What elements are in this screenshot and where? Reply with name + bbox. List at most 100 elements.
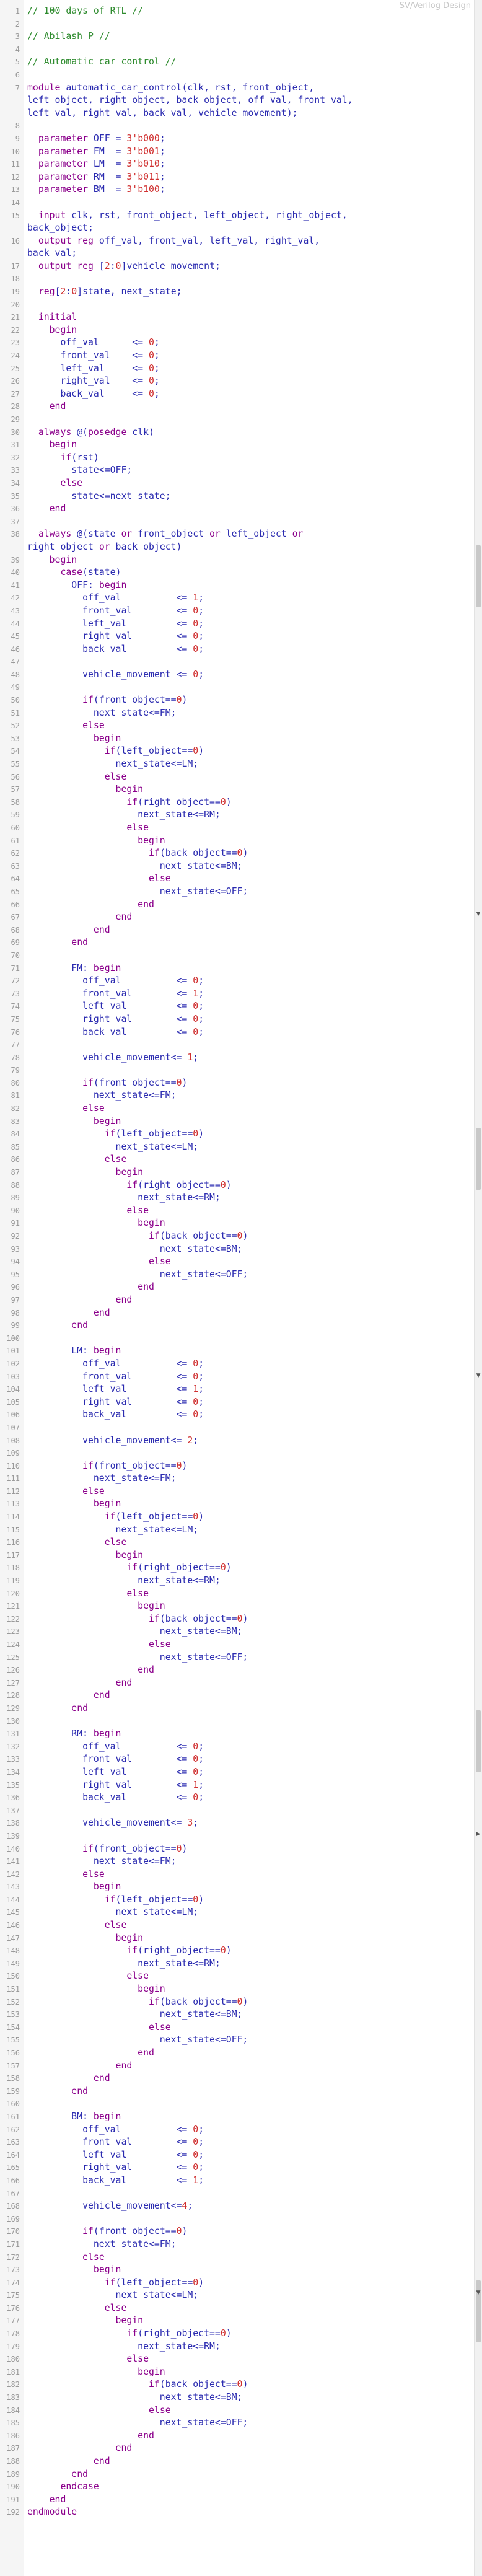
code-line[interactable]: 177 begin (0, 2314, 471, 2328)
code-line[interactable]: 53 begin (0, 732, 471, 745)
code-line[interactable]: 117 begin (0, 1549, 471, 1562)
code-line[interactable]: 73 front_val <= 1; (0, 988, 471, 1001)
code-line[interactable]: 192 endmodule (0, 2506, 471, 2519)
code-line[interactable]: 120 else (0, 1588, 471, 1601)
code-line[interactable]: 97 end (0, 1294, 471, 1307)
code-line[interactable]: 162 off_val <= 0; (0, 2124, 471, 2137)
code-line[interactable]: 118 if(right_object==0) (0, 1562, 471, 1575)
code-line[interactable]: 23 off_val <= 0; (0, 336, 471, 349)
code-line[interactable]: 10 parameter FM = 3'b001; (0, 146, 471, 159)
code-line[interactable]: back_val; (0, 247, 471, 260)
code-line[interactable]: 78 vehicle_movement<= 1; (0, 1052, 471, 1065)
code-line[interactable]: 47 (0, 656, 471, 669)
code-line[interactable]: 91 begin (0, 1217, 471, 1230)
code-line[interactable]: 109 (0, 1447, 471, 1460)
code-line[interactable]: 189 end (0, 2468, 471, 2481)
code-line[interactable]: 12 parameter RM = 3'b011; (0, 171, 471, 184)
code-line[interactable]: 90 else (0, 1205, 471, 1218)
code-line[interactable]: 157 end (0, 2060, 471, 2073)
code-line[interactable]: 85 next_state<=LM; (0, 1141, 471, 1154)
code-line[interactable]: 36 end (0, 503, 471, 516)
scrollbar-thumb[interactable] (476, 1128, 481, 1190)
code-line[interactable]: left_val, right_val, back_val, vehicle_m… (0, 107, 471, 120)
code-line[interactable]: 41 OFF: begin (0, 579, 471, 592)
code-line[interactable]: 39 begin (0, 554, 471, 567)
code-line[interactable]: 30 always @(posedge clk) (0, 426, 471, 439)
code-line[interactable]: 116 else (0, 1536, 471, 1549)
code-line[interactable]: 98 end (0, 1307, 471, 1320)
code-line[interactable]: 81 next_state<=FM; (0, 1089, 471, 1102)
code-line[interactable]: 66 end (0, 899, 471, 912)
scroll-down-arrow-icon[interactable]: ▼ (475, 911, 482, 917)
code-line[interactable]: 104 left_val <= 1; (0, 1383, 471, 1396)
code-line[interactable]: 105 right_val <= 0; (0, 1396, 471, 1409)
code-line[interactable]: 161 BM: begin (0, 2111, 471, 2124)
code-line[interactable]: 160 (0, 2098, 471, 2111)
code-line[interactable]: 69 end (0, 936, 471, 949)
code-line[interactable]: 184 else (0, 2404, 471, 2417)
code-line[interactable]: 20 (0, 299, 471, 312)
code-line[interactable]: 4 (0, 43, 471, 56)
code-line[interactable]: 111 next_state<=FM; (0, 1472, 471, 1485)
code-line[interactable]: 40 case(state) (0, 566, 471, 579)
code-line[interactable]: 132 off_val <= 0; (0, 1741, 471, 1754)
code-line[interactable]: 5 // Automatic car control // (0, 56, 471, 69)
code-line[interactable]: 185 next_state<=OFF; (0, 2417, 471, 2430)
scroll-down-arrow-icon[interactable]: ▼ (475, 2290, 482, 2296)
code-line[interactable]: 115 next_state<=LM; (0, 1524, 471, 1537)
code-line[interactable]: 61 begin (0, 835, 471, 848)
code-line[interactable]: 15 input clk, rst, front_object, left_ob… (0, 209, 471, 222)
code-line[interactable]: 179 next_state<=RM; (0, 2341, 471, 2354)
code-line[interactable]: 50 if(front_object==0) (0, 694, 471, 707)
code-line[interactable]: 183 next_state<=BM; (0, 2391, 471, 2404)
code-line[interactable]: 165 right_val <= 0; (0, 2161, 471, 2174)
code-line[interactable]: 144 if(left_object==0) (0, 1894, 471, 1907)
code-line[interactable]: 137 (0, 1805, 471, 1818)
code-line[interactable]: 133 front_val <= 0; (0, 1753, 471, 1766)
code-line[interactable]: 27 back_val <= 0; (0, 388, 471, 401)
code-line[interactable]: 100 (0, 1332, 471, 1345)
code-line[interactable]: right_object or back_object) (0, 541, 471, 554)
code-line[interactable]: 14 (0, 196, 471, 209)
code-line[interactable]: 188 end (0, 2455, 471, 2468)
code-line[interactable]: 153 next_state<=BM; (0, 2008, 471, 2021)
code-line[interactable]: 154 else (0, 2021, 471, 2034)
code-line[interactable]: 86 else (0, 1153, 471, 1166)
code-line[interactable]: 65 next_state<=OFF; (0, 886, 471, 899)
code-line[interactable]: 68 end (0, 924, 471, 937)
code-line[interactable]: 45 right_val <= 0; (0, 630, 471, 643)
code-line[interactable]: 24 front_val <= 0; (0, 349, 471, 363)
code-line[interactable]: 44 left_val <= 0; (0, 618, 471, 631)
code-line[interactable]: 84 if(left_object==0) (0, 1128, 471, 1141)
code-line[interactable]: 58 if(right_object==0) (0, 796, 471, 809)
code-line[interactable]: 136 back_val <= 0; (0, 1791, 471, 1805)
code-line[interactable]: 48 vehicle_movement <= 0; (0, 669, 471, 682)
code-line[interactable]: 2 (0, 18, 471, 31)
code-line[interactable]: 156 end (0, 2047, 471, 2060)
code-line[interactable]: 79 (0, 1064, 471, 1077)
code-line[interactable]: 124 else (0, 1638, 471, 1651)
code-area[interactable]: 1// 100 days of RTL //2 3// Abilash P //4… (0, 5, 471, 2519)
code-line[interactable]: 180 else (0, 2353, 471, 2366)
code-line[interactable]: 77 (0, 1039, 471, 1052)
code-line[interactable]: 92 if(back_object==0) (0, 1230, 471, 1243)
code-line[interactable]: 167 (0, 2187, 471, 2200)
code-line[interactable]: 107 (0, 1422, 471, 1435)
code-line[interactable]: 173 begin (0, 2264, 471, 2277)
vertical-scrollbar[interactable]: ▼ ▼ ▶ ▼ (474, 0, 482, 2576)
code-line[interactable]: 64 else (0, 873, 471, 886)
scrollbar-thumb[interactable] (476, 1710, 481, 1772)
code-line[interactable]: 139 (0, 1830, 471, 1843)
code-line[interactable]: 123 next_state<=BM; (0, 1625, 471, 1638)
code-line[interactable]: 113 begin (0, 1498, 471, 1511)
code-line[interactable]: 151 begin (0, 1983, 471, 1996)
code-line[interactable]: 6 (0, 69, 471, 82)
code-line[interactable]: 127 end (0, 1677, 471, 1690)
code-line[interactable]: 131 RM: begin (0, 1728, 471, 1741)
code-line[interactable]: 128 end (0, 1689, 471, 1702)
code-line[interactable]: 54 if(left_object==0) (0, 745, 471, 758)
code-line[interactable]: 114 if(left_object==0) (0, 1511, 471, 1524)
code-line[interactable]: 18 (0, 273, 471, 286)
code-line[interactable]: 134 left_val <= 0; (0, 1766, 471, 1779)
code-line[interactable]: 101 LM: begin (0, 1345, 471, 1358)
